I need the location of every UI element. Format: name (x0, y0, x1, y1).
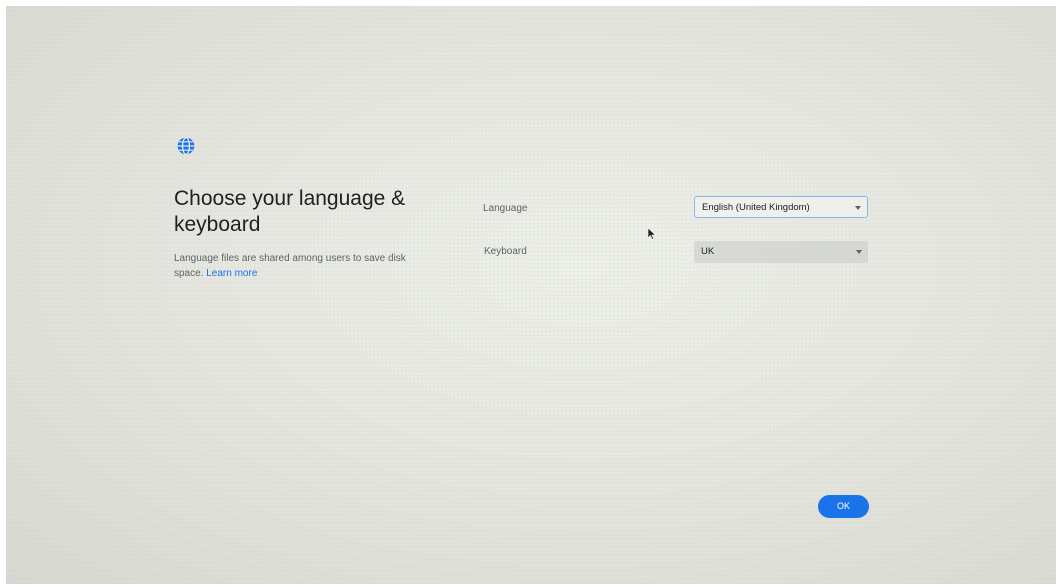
language-select-value: English (United Kingdom) (702, 202, 810, 213)
learn-more-link[interactable]: Learn more (206, 268, 257, 279)
keyboard-label: Keyboard (484, 246, 527, 257)
mouse-pointer-icon (648, 228, 656, 240)
page-title: Choose your language & keyboard (174, 187, 406, 236)
chevron-down-icon (856, 250, 862, 254)
language-label: Language (483, 203, 528, 214)
keyboard-select-value: UK (701, 246, 715, 257)
keyboard-select[interactable]: UK (694, 241, 868, 263)
globe-icon (177, 137, 195, 155)
ok-button[interactable]: OK (818, 495, 869, 518)
photo-frame: Choose your language & keyboard Language… (0, 0, 1060, 588)
page-description: Language files are shared among users to… (174, 251, 424, 281)
setup-screen: Choose your language & keyboard Language… (6, 6, 1056, 584)
chevron-down-icon (855, 206, 861, 210)
language-select[interactable]: English (United Kingdom) (694, 196, 868, 218)
